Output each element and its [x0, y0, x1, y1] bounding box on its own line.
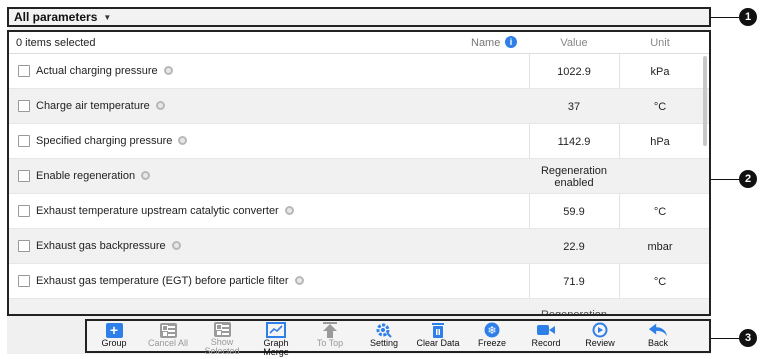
parameter-row[interactable]: Exhaust temperature upstream catalytic c…: [9, 194, 709, 229]
svg-text:❄: ❄: [487, 324, 496, 337]
scrollbar-thumb[interactable]: [703, 56, 707, 146]
selected-count: 0 items selected: [16, 37, 96, 49]
list-header: 0 items selected Name i Value Unit: [9, 32, 709, 54]
review-button[interactable]: Review: [575, 322, 625, 354]
clear-data-button[interactable]: Clear Data: [413, 322, 463, 354]
parameter-name: Charge air temperature: [36, 100, 150, 112]
bottom-toolbar: + Group Cancel All Show Selected Graph M…: [85, 319, 711, 357]
arrow-up-icon: [320, 322, 340, 338]
callout-line: [711, 179, 739, 180]
parameter-name: Exhaust gas temperature (EGT) before par…: [36, 275, 289, 287]
parameter-value: Regeneration enabled: [540, 164, 608, 189]
parameter-value: 71.9: [563, 275, 585, 288]
parameter-row[interactable]: Exhaust gas backpressure 22.9 mbar: [9, 229, 709, 264]
gear-icon: [374, 322, 394, 338]
row-checkbox[interactable]: [18, 170, 30, 182]
row-checkbox[interactable]: [18, 240, 30, 252]
detail-icon[interactable]: [141, 171, 151, 180]
live-data-screen: All parameters ▼ 0 items selected Name i…: [7, 7, 711, 357]
show-selected-button[interactable]: Show Selected: [197, 322, 247, 356]
parameter-value: 22.9: [563, 240, 585, 253]
callout-line: [711, 17, 739, 18]
to-top-button[interactable]: To Top: [305, 322, 355, 354]
parameter-row[interactable]: Enable regeneration Regeneration enabled: [9, 159, 709, 194]
parameter-row[interactable]: Exhaust gas temperature (EGT) before par…: [9, 264, 709, 299]
parameter-name: Exhaust gas backpressure: [36, 240, 166, 252]
setting-button[interactable]: Setting: [359, 322, 409, 354]
parameter-row[interactable]: Actual charging pressure 1022.9 kPa: [9, 54, 709, 89]
group-button[interactable]: + Group: [89, 322, 139, 354]
value-column-header: Value: [560, 37, 588, 49]
graph-merge-button[interactable]: Graph Merge: [251, 322, 301, 357]
back-button[interactable]: Back: [633, 322, 683, 354]
parameter-unit: [619, 159, 701, 194]
row-checkbox[interactable]: [18, 100, 30, 112]
parameter-value: Regeneration: [540, 309, 608, 316]
parameter-row[interactable]: Charge air temperature 37 °C: [9, 89, 709, 124]
unit-column-header: Unit: [650, 37, 670, 49]
detail-icon[interactable]: [294, 276, 304, 285]
parameter-unit: °C: [653, 275, 667, 288]
parameter-value: 59.9: [563, 205, 585, 218]
row-checkbox[interactable]: [18, 135, 30, 147]
info-icon[interactable]: i: [505, 36, 517, 48]
parameter-name: Enable regeneration: [36, 170, 136, 182]
parameter-value: 37: [567, 100, 581, 113]
caret-down-icon: ▼: [103, 12, 112, 22]
line-graph-icon: [266, 322, 286, 338]
trash-icon: [428, 322, 448, 338]
parameter-value: 1022.9: [557, 65, 591, 78]
parameter-value: 1142.9: [557, 135, 591, 148]
detail-icon[interactable]: [163, 66, 173, 75]
parameter-row[interactable]: Specified charging pressure 1142.9 hPa: [9, 124, 709, 159]
parameter-unit: °C: [653, 205, 667, 218]
detail-icon[interactable]: [284, 206, 294, 215]
callout-2: 2: [739, 170, 757, 188]
record-button[interactable]: Record: [521, 322, 571, 354]
parameter-name: Specified charging pressure: [36, 135, 173, 147]
back-arrow-icon: [648, 322, 668, 338]
callout-1: 1: [739, 8, 757, 26]
parameter-unit: mbar: [647, 240, 673, 253]
freeze-button[interactable]: ❄ Freeze: [467, 322, 517, 354]
row-checkbox[interactable]: [18, 205, 30, 217]
snowflake-icon: ❄: [482, 322, 502, 338]
parameter-name: Exhaust temperature upstream catalytic c…: [36, 205, 279, 217]
callout-3: 3: [739, 329, 757, 347]
detail-icon[interactable]: [155, 101, 165, 110]
video-camera-icon: [536, 322, 556, 338]
list-check-icon: [158, 322, 178, 338]
row-checkbox[interactable]: [18, 275, 30, 287]
checklist-icon: [212, 322, 232, 337]
filter-title: All parameters: [14, 10, 98, 24]
parameter-name: Actual charging pressure: [36, 65, 158, 77]
parameter-unit: °C: [653, 100, 667, 113]
parameter-list: 0 items selected Name i Value Unit Actua…: [7, 30, 711, 316]
detail-icon[interactable]: [178, 136, 188, 145]
parameter-unit: hPa: [650, 135, 670, 148]
play-circle-icon: [590, 322, 610, 338]
parameter-filter-dropdown[interactable]: All parameters ▼: [7, 7, 711, 27]
detail-icon[interactable]: [171, 241, 181, 250]
name-sort-button[interactable]: Name: [471, 37, 500, 49]
parameter-row-partial[interactable]: Regeneration: [9, 299, 709, 316]
row-checkbox[interactable]: [18, 65, 30, 77]
plus-icon: +: [104, 322, 124, 338]
cancel-all-button[interactable]: Cancel All: [143, 322, 193, 354]
parameter-unit: kPa: [650, 65, 670, 78]
callout-line: [711, 338, 739, 339]
